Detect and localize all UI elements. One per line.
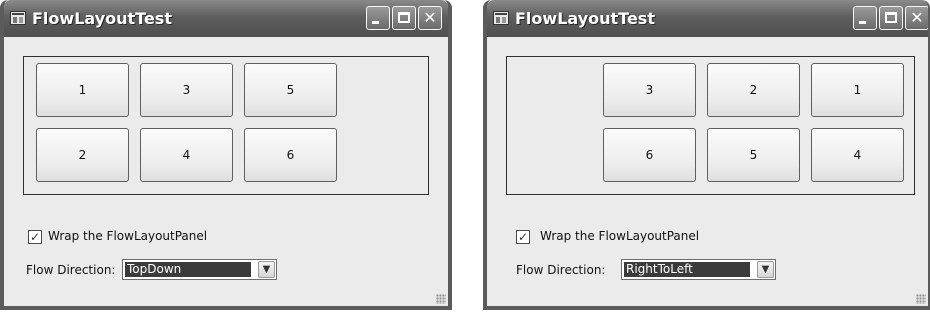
flow-button[interactable]: 6 (603, 128, 696, 182)
minimize-button[interactable] (366, 6, 390, 30)
wrap-checkbox[interactable]: ✓ (28, 230, 42, 244)
window-title: FlowLayoutTest (515, 9, 655, 28)
flow-button[interactable]: 1 (811, 63, 904, 117)
checkmark-icon: ✓ (517, 230, 529, 244)
close-icon: ✕ (423, 8, 437, 27)
resize-grip-icon[interactable] (436, 294, 446, 304)
maximize-icon (398, 12, 410, 23)
flow-button[interactable]: 2 (707, 63, 800, 117)
flow-button[interactable]: 3 (603, 63, 696, 117)
flow-button[interactable]: 4 (811, 128, 904, 182)
app-form-icon[interactable] (10, 11, 26, 25)
title-bar[interactable]: FlowLayoutTest ✕ (487, 0, 928, 37)
minimize-icon (859, 21, 866, 24)
wrap-checkbox-label[interactable]: Wrap the FlowLayoutPanel (48, 229, 207, 243)
flow-button[interactable]: 3 (140, 63, 233, 117)
flow-direction-combo[interactable]: RightToLeft ▼ (621, 259, 776, 280)
flow-direction-label: Flow Direction: (26, 263, 116, 277)
window-righttoleft: FlowLayoutTest ✕ 3 2 1 6 5 4 ✓ Wrap the … (483, 0, 930, 310)
wrap-checkbox[interactable]: ✓ (516, 230, 530, 244)
maximize-button[interactable] (879, 6, 903, 30)
flow-button[interactable]: 4 (140, 128, 233, 182)
window-title: FlowLayoutTest (32, 9, 172, 28)
flow-button[interactable]: 6 (244, 128, 337, 182)
flow-direction-label: Flow Direction: (516, 263, 606, 277)
maximize-button[interactable] (392, 6, 416, 30)
minimize-icon (372, 21, 379, 24)
close-button[interactable]: ✕ (418, 6, 442, 30)
flow-layout-panel: 1 3 5 2 4 6 (23, 56, 429, 195)
resize-grip-icon[interactable] (916, 294, 926, 304)
dropdown-arrow-icon[interactable]: ▼ (757, 261, 774, 278)
window-topdown: FlowLayoutTest ✕ 1 3 5 2 4 6 ✓ Wrap the … (0, 0, 452, 310)
app-form-icon[interactable] (493, 11, 509, 25)
close-button[interactable]: ✕ (905, 6, 928, 30)
flow-direction-combo[interactable]: TopDown ▼ (122, 259, 277, 280)
flow-direction-value[interactable]: RightToLeft (624, 262, 750, 277)
title-bar[interactable]: FlowLayoutTest ✕ (4, 0, 448, 37)
maximize-icon (885, 12, 897, 23)
checkmark-icon: ✓ (29, 230, 41, 244)
form-client-area: 3 2 1 6 5 4 ✓ Wrap the FlowLayoutPanel F… (487, 37, 928, 306)
flow-button[interactable]: 5 (244, 63, 337, 117)
wrap-checkbox-label[interactable]: Wrap the FlowLayoutPanel (540, 229, 699, 243)
form-client-area: 1 3 5 2 4 6 ✓ Wrap the FlowLayoutPanel F… (4, 37, 448, 306)
flow-button[interactable]: 2 (36, 128, 129, 182)
flow-button[interactable]: 1 (36, 63, 129, 117)
flow-button[interactable]: 5 (707, 128, 800, 182)
dropdown-arrow-icon[interactable]: ▼ (258, 261, 275, 278)
minimize-button[interactable] (853, 6, 877, 30)
flow-layout-panel: 3 2 1 6 5 4 (506, 56, 915, 195)
flow-direction-value[interactable]: TopDown (125, 262, 251, 277)
close-icon: ✕ (910, 8, 924, 27)
